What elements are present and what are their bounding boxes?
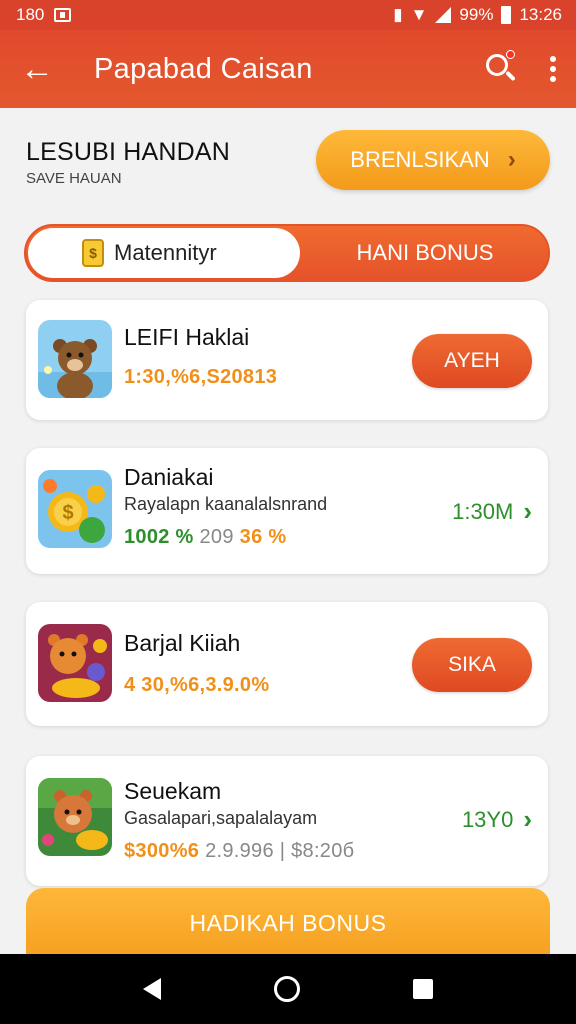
chevron-right-icon: › (507, 146, 516, 173)
amount-part: 2.9.996 | $8:20б (205, 840, 355, 862)
header-title: LESUBI HANDAN (26, 138, 231, 166)
list-item[interactable]: $ Daniakai Rayalapn kaanalalsnrand 1002 … (26, 448, 548, 574)
more-options-icon[interactable] (548, 56, 558, 82)
card-action-button[interactable]: SIKA (412, 638, 532, 692)
status-bar: 180 ▮ ▼ 99% 13:26 (0, 0, 576, 30)
chevron-right-icon: › (523, 496, 532, 526)
coins-game-icon: $ (38, 470, 112, 548)
card-amount: 1002 % 209 36 % (124, 526, 286, 549)
nav-recents-icon[interactable] (413, 979, 434, 999)
top-cta-button[interactable]: BRENLSIKAN › (316, 130, 550, 190)
card-action-button[interactable]: AYEH (412, 334, 532, 388)
segmented-tabs: $ Matennityr HANI BONUS (24, 224, 550, 282)
signal-icon (435, 7, 452, 23)
amount-part: 209 (199, 526, 234, 548)
amount-part: 36 % (239, 526, 287, 548)
list-item[interactable]: Barjal Kiiah 4 30,%6,3.9.0% SIKA (26, 602, 548, 726)
tab-active-label: Matennityr (114, 240, 217, 265)
bear-pot-game-icon (38, 778, 112, 856)
list-item[interactable]: Seuekam Gasalapari,sapalalayam $300%6 2.… (26, 756, 548, 886)
nav-home-icon[interactable] (273, 976, 300, 1002)
header-block: LESUBI HANDAN SAVE HAUAN (26, 138, 230, 187)
side-value-text: 13Y0 (461, 806, 514, 832)
card-subtitle: Rayalapn kaanalalsnrand (124, 494, 328, 514)
card-side-value[interactable]: 13Y0 › (462, 804, 532, 835)
card-title: Barjal Kiiah (124, 630, 241, 656)
list-item[interactable]: LEIFI Haklai 1:30,%6,S20813 AYEH (26, 300, 548, 420)
coin-icon: $ (82, 239, 104, 267)
search-icon[interactable] (484, 50, 518, 86)
clock: 13:26 (519, 5, 562, 24)
card-amount: 4 30,%6,3.9.0% (124, 674, 270, 696)
nav-back-icon[interactable] (142, 978, 161, 1000)
system-nav-bar (0, 954, 576, 1024)
battery-icon (501, 6, 512, 24)
battery-percent: 99% (459, 5, 494, 24)
tab-active[interactable]: $ Matennityr (28, 228, 300, 278)
amount-part: $300%6 (124, 840, 200, 862)
side-value-text: 1:30M (452, 498, 514, 524)
card-subtitle: Gasalapari,sapalalayam (124, 808, 318, 828)
card-amount: $300%6 2.9.996 | $8:20б (124, 840, 354, 863)
card-title: Seuekam (124, 778, 222, 804)
tab-bonus[interactable]: HANI BONUS (302, 226, 548, 280)
header-subtitle: SAVE HAUAN (26, 170, 122, 187)
card-side-value[interactable]: 1:30M › (452, 496, 532, 527)
chevron-right-icon: › (523, 804, 532, 834)
amount-part: 1002 % (124, 526, 194, 548)
top-cta-label: BRENLSIKAN (350, 147, 490, 172)
svg-text:$: $ (62, 502, 73, 524)
bear-coins-game-icon (38, 624, 112, 702)
card-title: LEIFI Haklai (124, 324, 250, 350)
back-arrow-icon[interactable]: ← (20, 52, 60, 86)
bear-game-icon (38, 320, 112, 398)
bottom-bonus-button[interactable]: HADIKAH BONUS (26, 888, 550, 958)
app-title: Papabad Caisan (94, 52, 313, 85)
status-left-text: 180 (16, 5, 45, 24)
notification-dot (506, 50, 515, 59)
vibrate-icon: ▮ (393, 5, 403, 24)
notification-icon (54, 8, 72, 22)
card-title: Daniakai (124, 464, 214, 490)
card-amount: 1:30,%6,S20813 (124, 366, 278, 388)
app-bar: ← Papabad Caisan (0, 30, 576, 108)
wifi-icon: ▼ (410, 5, 428, 24)
content-sheet: LESUBI HANDAN SAVE HAUAN BRENLSIKAN › $ … (0, 108, 576, 958)
